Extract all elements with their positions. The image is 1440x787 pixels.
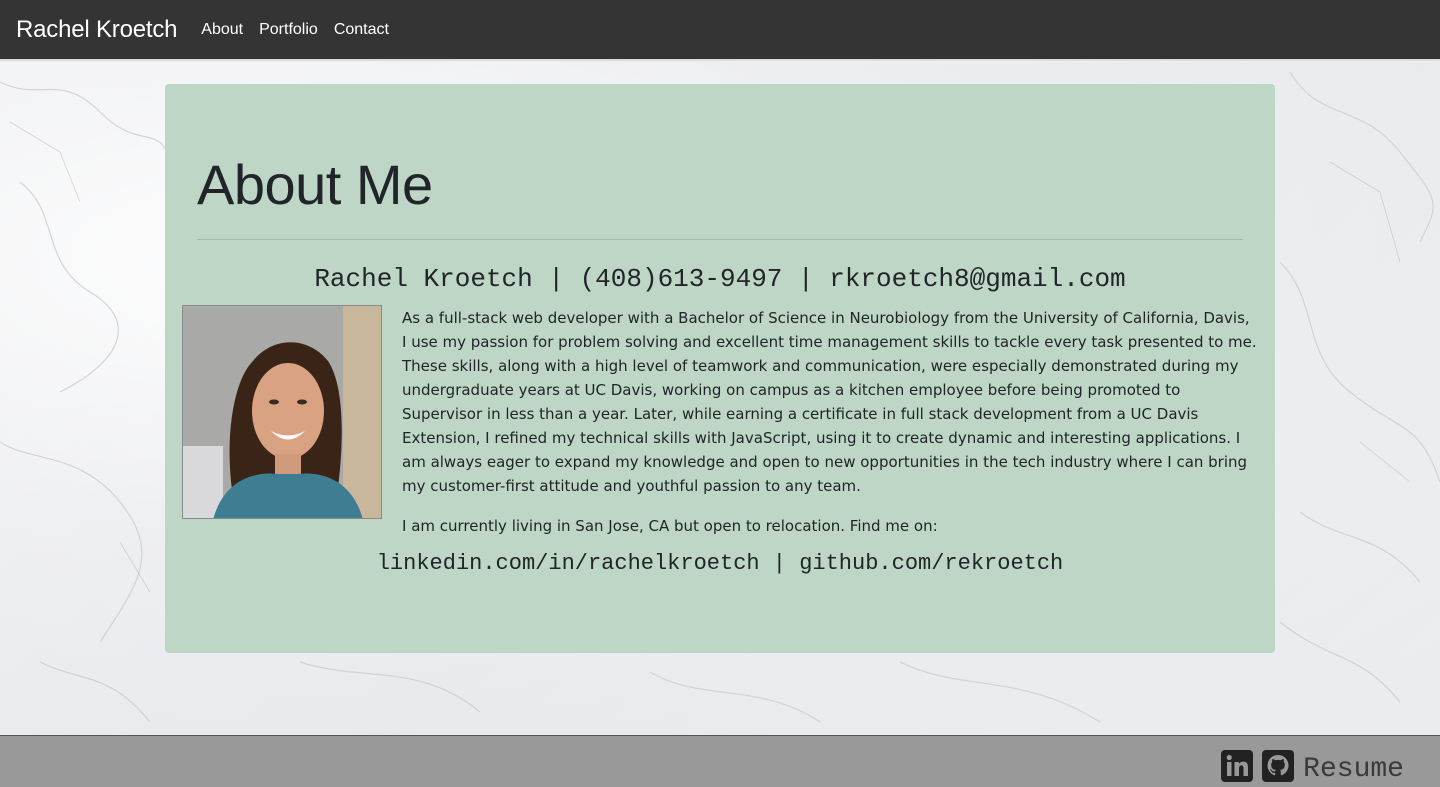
contact-line: Rachel Kroetch | (408)613-9497 | rkroetc… — [314, 264, 1126, 294]
resume-link[interactable]: Resume — [1303, 754, 1404, 785]
top-navbar: Rachel Kroetch About Portfolio Contact — [0, 0, 1440, 61]
nav-link-portfolio[interactable]: Portfolio — [259, 21, 318, 39]
github-icon[interactable] — [1262, 749, 1295, 782]
title-divider — [197, 239, 1243, 240]
linkedin-icon[interactable] — [1221, 749, 1254, 782]
footer: Resume — [0, 735, 1440, 787]
about-card: About Me Rachel Kroetch | (408)613-9497 … — [165, 84, 1275, 653]
location-paragraph: I am currently living in San Jose, CA bu… — [402, 517, 938, 535]
profile-photo — [182, 305, 382, 519]
bio-paragraph: As a full-stack web developer with a Bac… — [402, 309, 1257, 495]
footer-icons: Resume — [1212, 746, 1404, 785]
profile-links[interactable]: linkedin.com/in/rachelkroetch | github.c… — [165, 551, 1275, 576]
brand-link[interactable]: Rachel Kroetch — [16, 16, 177, 44]
nav-link-about[interactable]: About — [201, 21, 243, 39]
nav-link-contact[interactable]: Contact — [334, 21, 389, 39]
page-title: About Me — [197, 153, 433, 216]
